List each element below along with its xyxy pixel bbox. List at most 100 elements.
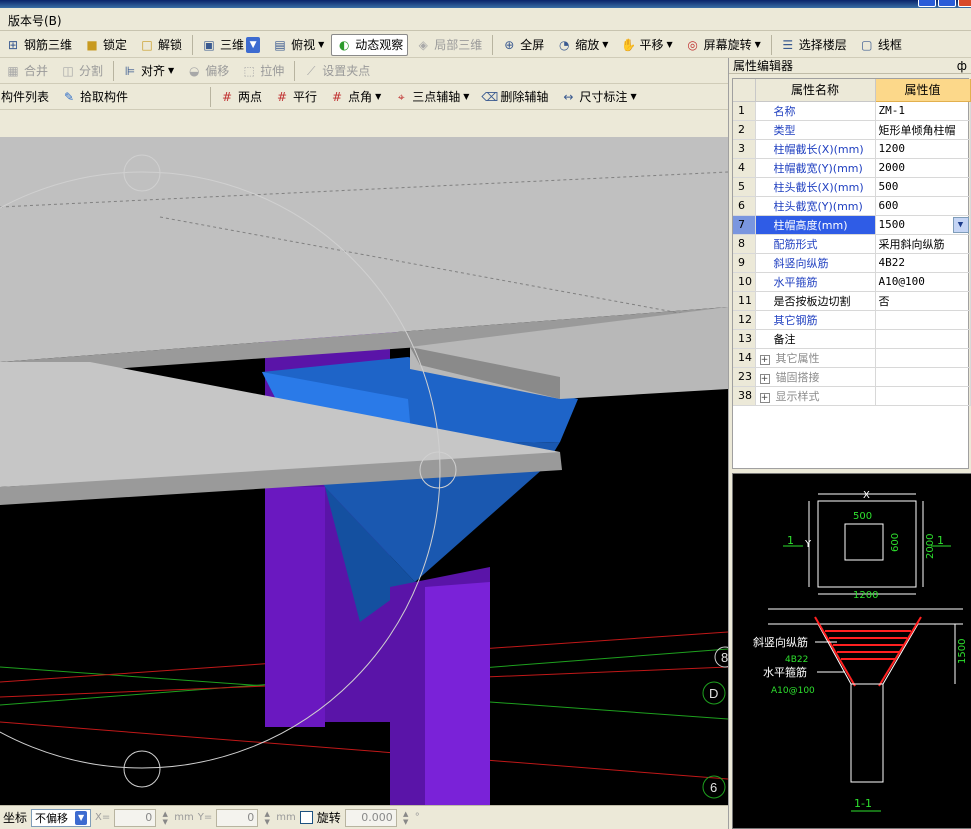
view-mode-select[interactable]: ▣ 三维 ▼	[196, 34, 265, 56]
title-bar	[0, 0, 971, 8]
maximize-button[interactable]	[938, 0, 956, 7]
chevron-down-icon[interactable]: ▼	[952, 216, 969, 233]
rotate-input[interactable]: 0.000	[344, 808, 397, 827]
table-row-selected[interactable]: 7 柱帽高度(mm) 1500 ▼	[733, 215, 971, 235]
cube-icon: ▣	[203, 37, 215, 52]
parallel-button[interactable]: # 平行	[269, 86, 322, 108]
3d-viewport[interactable]: 8 D 6	[0, 137, 728, 805]
merge-button[interactable]: ▦ 合并	[0, 60, 53, 82]
x-spinner[interactable]: ▲ ▼	[160, 810, 170, 826]
property-value[interactable]: 500	[875, 177, 971, 197]
table-row[interactable]: 6 柱头截宽(Y)(mm) 600	[733, 196, 971, 216]
topview-button[interactable]: ▤ 俯视 ▼	[267, 34, 329, 56]
stretch-button[interactable]: ⬚ 拉伸	[236, 60, 289, 82]
local3d-button[interactable]: ◈ 局部三维	[410, 34, 487, 56]
section-mark-left: 1	[787, 534, 794, 547]
property-value[interactable]: 1200	[875, 139, 971, 159]
lock-button[interactable]: ■ 锁定	[79, 34, 132, 56]
three-point-axis-button[interactable]: ⌖ 三点辅轴 ▼	[388, 86, 474, 108]
pan-button[interactable]: ✋ 平移 ▼	[615, 34, 677, 56]
fullscreen-icon: ⊕	[504, 37, 515, 52]
rotate-checkbox[interactable]	[299, 811, 313, 824]
close-button[interactable]	[958, 0, 971, 7]
x-input[interactable]: 0	[114, 808, 157, 827]
minimize-button[interactable]	[918, 0, 936, 7]
dimension-icon: ↔	[563, 89, 574, 104]
delete-axis-button[interactable]: ⌫ 删除辅轴	[476, 86, 553, 108]
separator	[492, 34, 494, 55]
property-value[interactable]: 否	[875, 291, 971, 311]
property-value[interactable]: 采用斜向纵筋	[875, 234, 971, 254]
unlock-button[interactable]: □ 解锁	[134, 34, 187, 56]
property-name: 其它钢筋	[755, 310, 876, 330]
table-row[interactable]: 12 其它钢筋	[733, 310, 971, 330]
rotate-spinner[interactable]: ▲ ▼	[401, 810, 411, 826]
property-value[interactable]: 1500	[879, 218, 906, 231]
table-row[interactable]: 3 柱帽截长(X)(mm) 1200	[733, 139, 971, 159]
y-label: Y=	[197, 812, 213, 823]
table-row-group[interactable]: 38 + 显示样式	[733, 386, 971, 406]
property-value[interactable]: 2000	[875, 158, 971, 178]
lower-column-face	[425, 582, 490, 805]
pick-icon: ✎	[63, 89, 75, 104]
menu-version[interactable]: 版本号(B)	[8, 14, 62, 28]
hoop-label: 水平箍筋	[763, 665, 807, 679]
table-row[interactable]: 9 斜竖向纵筋 4B22	[733, 253, 971, 273]
table-row-group[interactable]: 14 + 其它属性	[733, 348, 971, 368]
property-value[interactable]: A10@100	[875, 272, 971, 292]
y-input[interactable]: 0	[216, 808, 259, 827]
wireframe-button[interactable]: ▢ 线框	[854, 34, 907, 56]
property-name: 柱帽截宽(Y)(mm)	[755, 158, 876, 178]
table-row[interactable]: 1 名称 ZM-1	[733, 101, 971, 121]
set-grip-button[interactable]: ⟋ 设置夹点	[298, 60, 375, 82]
table-row[interactable]: 5 柱头截长(X)(mm) 500	[733, 177, 971, 197]
expand-icon[interactable]: +	[759, 392, 770, 403]
group-cell: + 其它属性	[755, 348, 876, 368]
fullscreen-button[interactable]: ⊕ 全屏	[496, 34, 549, 56]
chevron-down-icon[interactable]: ▼	[75, 810, 88, 825]
table-row-group[interactable]: 23 + 锚固搭接	[733, 367, 971, 387]
axis-label-8: 8	[721, 650, 728, 665]
chevron-down-icon: ▼	[168, 66, 175, 75]
property-value-editor[interactable]: 1500 ▼	[875, 215, 971, 235]
row-number: 38	[733, 386, 756, 406]
select-floor-button[interactable]: ☰ 选择楼层	[775, 34, 852, 56]
hoop-value: A10@100	[771, 686, 815, 696]
table-row[interactable]: 2 类型 矩形单倾角柱帽	[733, 120, 971, 140]
property-value[interactable]	[875, 310, 971, 330]
point-angle-button[interactable]: # 点角 ▼	[324, 86, 386, 108]
screen-rotate-button[interactable]: ◎ 屏幕旋转 ▼	[680, 34, 766, 56]
zoom-button[interactable]: ◔ 缩放 ▼	[551, 34, 613, 56]
row-number: 4	[733, 158, 756, 178]
table-row[interactable]: 10 水平箍筋 A10@100	[733, 272, 971, 292]
property-value[interactable]: 4B22	[875, 253, 971, 273]
expand-icon[interactable]: +	[759, 373, 770, 384]
rotate-label: 旋转	[316, 811, 341, 825]
y-spinner[interactable]: ▲ ▼	[262, 810, 272, 826]
table-row[interactable]: 11 是否按板边切割否	[733, 291, 971, 311]
dynamic-orbit-button[interactable]: ◐ 动态观察	[331, 33, 409, 56]
dimension-button[interactable]: ↔ 尺寸标注 ▼	[555, 86, 641, 108]
head-y-value: 600	[890, 533, 901, 552]
expand-icon[interactable]: +	[759, 354, 770, 365]
rebar3d-button[interactable]: ⊞ 钢筋三维	[0, 34, 77, 56]
offset-button[interactable]: ◒ 偏移	[181, 60, 234, 82]
align-button[interactable]: ⊫ 对齐 ▼	[117, 60, 179, 82]
offset-mode-select[interactable]: 不偏移 ▼	[31, 808, 92, 827]
table-row[interactable]: 4 柱帽截宽(Y)(mm) 2000	[733, 158, 971, 178]
two-points-button[interactable]: # 两点	[214, 86, 267, 108]
orbit-handle[interactable]	[123, 750, 161, 788]
split-button[interactable]: ◫ 分割	[55, 60, 108, 82]
property-value[interactable]: 矩形单倾角柱帽	[875, 120, 971, 140]
chevron-down-icon[interactable]: ▼	[246, 36, 261, 53]
property-value[interactable]: 600	[875, 196, 971, 216]
table-row[interactable]: 13 备注	[733, 329, 971, 349]
pin-icon[interactable]: ф	[957, 59, 967, 73]
component-list-button[interactable]: 构件列表	[0, 86, 54, 108]
table-row[interactable]: 8 配筋形式 采用斜向纵筋	[733, 234, 971, 254]
group-cell: + 显示样式	[755, 386, 876, 406]
property-value[interactable]	[875, 329, 971, 349]
pick-component-button[interactable]: ✎ 拾取构件	[56, 86, 133, 108]
wireframe-icon: ▢	[861, 37, 873, 52]
property-value[interactable]: ZM-1	[875, 101, 971, 121]
